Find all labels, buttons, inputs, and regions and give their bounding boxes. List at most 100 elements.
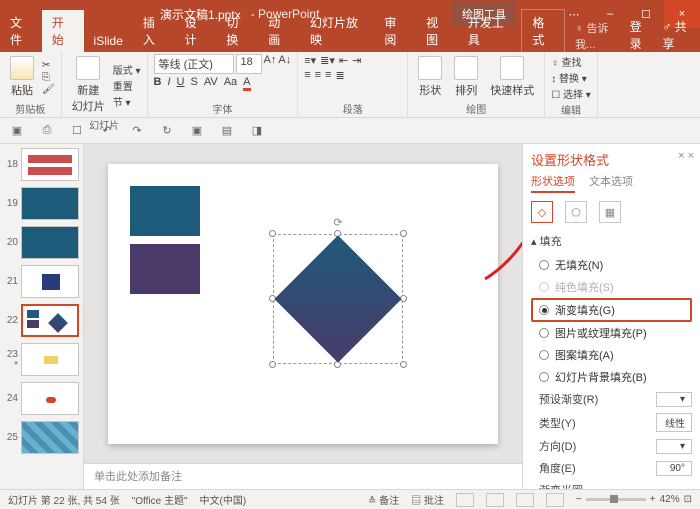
quick-styles-button[interactable]: 快速样式 — [486, 54, 538, 100]
language-indicator[interactable]: 中文(中国) — [200, 492, 247, 507]
fill-picture-radio[interactable]: 图片或纹理填充(P) — [531, 322, 692, 344]
thumb-18[interactable] — [21, 148, 79, 181]
font-name-select[interactable]: 等线 (正文) — [154, 54, 234, 74]
tab-home[interactable]: 开始 — [42, 10, 84, 52]
normal-view-icon[interactable] — [456, 493, 474, 507]
paste-button[interactable]: 粘贴 — [6, 54, 38, 100]
char-spacing-icon[interactable]: Aa — [224, 76, 237, 91]
strike-icon[interactable]: S — [190, 76, 197, 91]
fill-line-icon[interactable]: ◇ — [531, 201, 553, 223]
qat-save-icon[interactable]: ▣ — [8, 122, 26, 140]
cut-icon[interactable]: ✂ — [42, 60, 55, 71]
pane-tab-text-options[interactable]: 文本选项 — [589, 173, 633, 193]
font-color-icon[interactable]: A — [243, 76, 250, 91]
indent-left-icon[interactable]: ⇤ — [339, 54, 348, 67]
pane-close-icon[interactable]: × × — [678, 150, 694, 162]
align-right-icon[interactable]: ≡ — [325, 69, 331, 82]
resize-handle[interactable] — [400, 361, 407, 368]
tell-me[interactable]: ♀ 告诉我... — [575, 20, 623, 52]
shape-rectangle-purple[interactable] — [130, 244, 200, 294]
pane-tab-shape-options[interactable]: 形状选项 — [531, 173, 575, 193]
zoom-out-icon[interactable]: − — [576, 494, 582, 505]
qat-refresh-icon[interactable]: ↻ — [158, 122, 176, 140]
fill-solid-radio[interactable]: 纯色填充(S) — [531, 276, 692, 298]
share-button[interactable]: ♂ 共享 — [662, 18, 694, 52]
shapes-button[interactable]: 形状 — [414, 54, 446, 100]
tab-review[interactable]: 审阅 — [374, 10, 416, 52]
qat-undo-icon[interactable]: ↶ — [98, 122, 116, 140]
fill-gradient-radio[interactable]: 渐变填充(G) — [531, 298, 692, 322]
resize-handle[interactable] — [400, 230, 407, 237]
effects-icon[interactable]: ⬠ — [565, 201, 587, 223]
justify-icon[interactable]: ≣ — [335, 69, 344, 82]
reading-view-icon[interactable] — [516, 493, 534, 507]
tab-file[interactable]: 文件 — [0, 10, 42, 52]
resize-handle[interactable] — [269, 230, 276, 237]
underline-icon[interactable]: U — [177, 76, 185, 91]
qat-redo-icon[interactable]: ↷ — [128, 122, 146, 140]
thumb-24[interactable] — [21, 382, 79, 415]
copy-icon[interactable]: ⎘ — [42, 72, 55, 83]
qat-icon-3[interactable]: ☐ — [68, 122, 86, 140]
zoom-level[interactable]: 42% — [660, 494, 680, 505]
notes-toggle[interactable]: ≙ 备注 — [368, 492, 399, 507]
layout-button[interactable]: 版式 ▾ — [113, 62, 141, 77]
gradient-type-select[interactable]: 线性 — [656, 413, 692, 432]
preset-gradient-select[interactable]: ▾ — [656, 392, 692, 407]
tab-islide[interactable]: iSlide — [84, 30, 133, 52]
font-size-select[interactable]: 18 — [236, 54, 262, 74]
qat-print-icon[interactable]: ⎙ — [38, 122, 56, 140]
qat-icon-9[interactable]: ◨ — [248, 122, 266, 140]
reset-button[interactable]: 重置 — [113, 78, 141, 93]
qat-icon-7[interactable]: ▣ — [188, 122, 206, 140]
indent-right-icon[interactable]: ⇥ — [352, 54, 361, 67]
increase-font-icon[interactable]: A↑ — [264, 54, 277, 74]
arrange-button[interactable]: 排列 — [450, 54, 482, 100]
shape-diamond-selected[interactable]: ⟳ — [273, 234, 403, 364]
notes-placeholder[interactable]: 单击此处添加备注 — [84, 463, 522, 489]
section-button[interactable]: 节 ▾ — [113, 94, 141, 109]
sorter-view-icon[interactable] — [486, 493, 504, 507]
numbering-icon[interactable]: ≣▾ — [320, 54, 335, 67]
decrease-font-icon[interactable]: A↓ — [278, 54, 291, 74]
shape-rectangle-teal[interactable] — [130, 186, 200, 236]
qat-icon-8[interactable]: ▤ — [218, 122, 236, 140]
slide-thumbnails[interactable]: 18 19 20 21 22 23* 24 25 — [0, 144, 84, 489]
select-button[interactable]: ☐ 选择 ▾ — [551, 86, 591, 101]
tab-format[interactable]: 格式 — [521, 9, 565, 52]
gradient-direction-select[interactable]: ▾ — [656, 439, 692, 454]
find-button[interactable]: ♀ 查找 — [551, 54, 591, 69]
thumb-22[interactable] — [21, 304, 79, 337]
fill-none-radio[interactable]: 无填充(N) — [531, 254, 692, 276]
login-link[interactable]: 登录 — [630, 18, 651, 52]
rotate-handle-icon[interactable]: ⟳ — [333, 216, 342, 229]
italic-icon[interactable]: I — [167, 76, 170, 91]
shadow-icon[interactable]: AV — [204, 76, 218, 91]
resize-handle[interactable] — [269, 361, 276, 368]
format-painter-icon[interactable]: 🖌 — [42, 84, 55, 95]
slideshow-view-icon[interactable] — [546, 493, 564, 507]
zoom-in-icon[interactable]: + — [650, 494, 656, 505]
fill-slide-bg-radio[interactable]: 幻灯片背景填充(B) — [531, 366, 692, 388]
size-props-icon[interactable]: ▦ — [599, 201, 621, 223]
fit-to-window-icon[interactable]: ⊡ — [684, 494, 692, 505]
replace-button[interactable]: ↕ 替换 ▾ — [551, 70, 591, 85]
comments-toggle[interactable]: ▤ 批注 — [411, 492, 444, 507]
align-center-icon[interactable]: ≡ — [315, 69, 321, 82]
gradient-angle-input[interactable]: 90° — [656, 461, 692, 476]
tab-view[interactable]: 视图 — [416, 10, 458, 52]
align-left-icon[interactable]: ≡ — [304, 69, 310, 82]
thumb-19[interactable] — [21, 187, 79, 220]
thumb-21[interactable] — [21, 265, 79, 298]
fill-section-header[interactable]: ▴ 填充 — [531, 233, 692, 249]
zoom-slider[interactable] — [586, 498, 646, 501]
thumb-23[interactable] — [21, 343, 79, 376]
bullets-icon[interactable]: ≡▾ — [304, 54, 316, 67]
slide-canvas[interactable]: ⟳ — [84, 144, 522, 463]
thumb-25[interactable] — [21, 421, 79, 454]
tab-insert[interactable]: 插入 — [133, 10, 175, 52]
bold-icon[interactable]: B — [154, 76, 162, 91]
new-slide-button[interactable]: 新建 幻灯片 — [68, 54, 109, 116]
tab-design[interactable]: 设计 — [175, 10, 217, 52]
fill-pattern-radio[interactable]: 图案填充(A) — [531, 344, 692, 366]
